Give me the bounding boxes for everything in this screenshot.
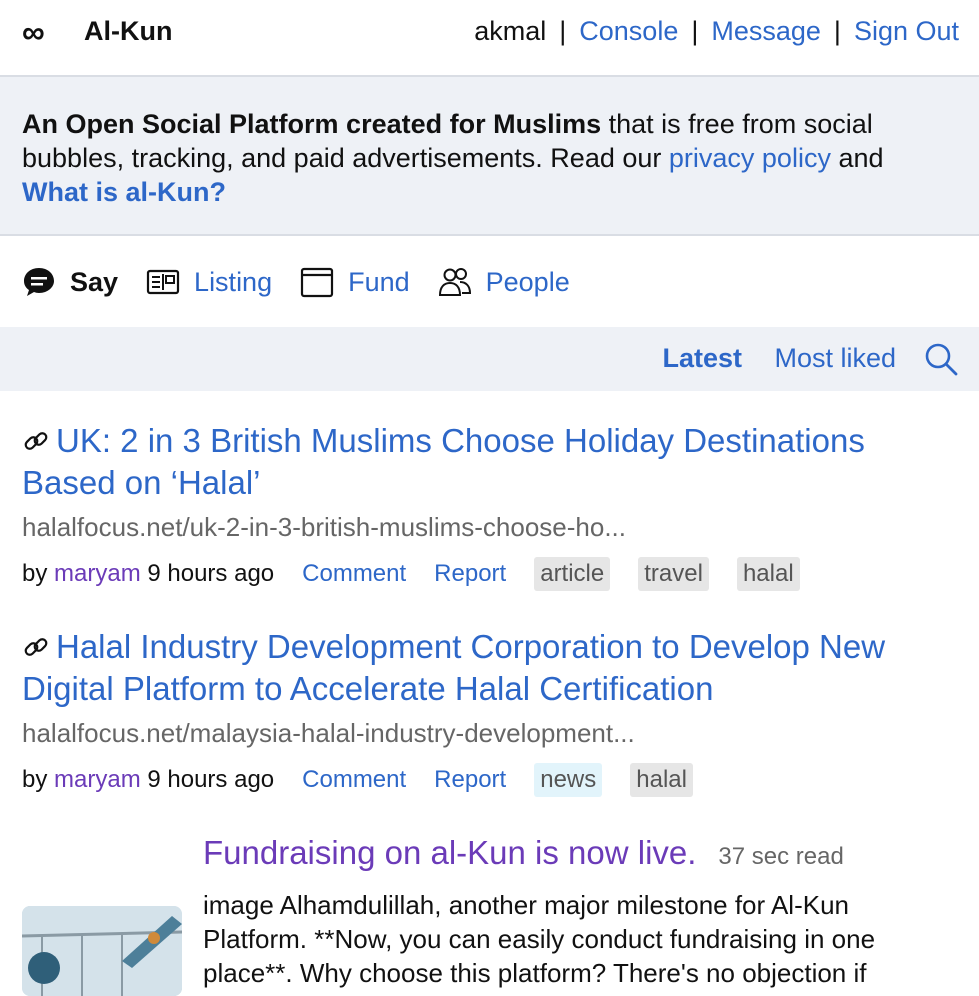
post-meta: by maryam 9 hours ago Comment Report new… [22, 763, 957, 797]
signout-link[interactable]: Sign Out [854, 16, 959, 47]
separator: | [833, 16, 841, 46]
tag[interactable]: halal [630, 763, 693, 797]
link-icon [24, 638, 48, 656]
console-link[interactable]: Console [579, 16, 678, 47]
separator: | [559, 16, 567, 46]
speech-bubble-icon [24, 268, 54, 296]
wallet-icon [300, 267, 334, 298]
tag[interactable]: news [534, 763, 603, 797]
post-url: halalfocus.net/malaysia-halal-industry-d… [22, 718, 635, 748]
infinity-icon[interactable]: ∞ [22, 16, 45, 48]
what-is-alkun-link[interactable]: What is al-Kun? [22, 177, 226, 207]
intro-banner: An Open Social Platform created for Musl… [0, 77, 979, 236]
tag[interactable]: article [534, 557, 611, 591]
search-icon[interactable] [923, 341, 959, 377]
tab-people[interactable]: People [438, 265, 570, 299]
article-thumbnail[interactable] [22, 906, 182, 996]
tab-say[interactable]: Say [22, 265, 118, 299]
post-title-text[interactable]: UK: 2 in 3 British Muslims Choose Holida… [22, 422, 865, 501]
article-excerpt: image Alhamdulillah, another major miles… [203, 890, 876, 988]
by-label: by [22, 560, 48, 587]
tab-say-label: Say [70, 266, 119, 297]
post-url: halalfocus.net/uk-2-in-3-british-muslims… [22, 512, 627, 542]
read-time: 37 sec read [718, 843, 844, 870]
tag[interactable]: travel [638, 557, 709, 591]
listing-icon [146, 269, 180, 295]
comment-link[interactable]: Comment [302, 766, 406, 794]
app-title[interactable]: Al-Kun [84, 16, 172, 47]
sort-bar: Latest Most liked [0, 327, 979, 391]
post-meta: by maryam 9 hours ago Comment Report art… [22, 557, 957, 591]
username: akmal [474, 16, 547, 46]
tab-people-label: People [485, 266, 570, 297]
tab-listing-label: Listing [194, 266, 273, 297]
post-title[interactable]: Halal Industry Development Corporation t… [22, 626, 957, 710]
tab-listing[interactable]: Listing [146, 265, 272, 299]
post-title-text[interactable]: Halal Industry Development Corporation t… [22, 628, 885, 707]
people-icon [438, 268, 471, 296]
tab-fund[interactable]: Fund [300, 265, 410, 299]
by-label: by [22, 766, 48, 793]
post-time: 9 hours ago [147, 560, 275, 587]
tag[interactable]: halal [736, 557, 800, 591]
sort-latest[interactable]: Latest [662, 343, 742, 374]
privacy-policy-link[interactable]: privacy policy [669, 143, 831, 173]
separator: | [691, 16, 699, 46]
section-nav: Say Listing Fund People [22, 262, 598, 302]
article-title[interactable]: Fundraising on al-Kun is now live. [203, 834, 696, 871]
post-item: Halal Industry Development Corporation t… [22, 626, 957, 797]
comment-link[interactable]: Comment [302, 560, 406, 588]
tab-fund-label: Fund [348, 266, 410, 297]
banner-text: and [830, 143, 884, 173]
user-nav: akmal | Console | Message | Sign Out [474, 16, 959, 47]
author-link[interactable]: maryam [54, 560, 141, 588]
article-title-row: Fundraising on al-Kun is now live. 37 sec… [203, 834, 844, 872]
report-link[interactable]: Report [434, 766, 506, 794]
thumbnail-image [22, 906, 182, 996]
post-title[interactable]: UK: 2 in 3 British Muslims Choose Holida… [22, 420, 957, 504]
banner-headline: An Open Social Platform created for Musl… [22, 109, 602, 139]
sort-most-liked[interactable]: Most liked [774, 343, 896, 374]
post-time: 9 hours ago [147, 766, 275, 793]
post-item: UK: 2 in 3 British Muslims Choose Holida… [22, 420, 957, 591]
message-link[interactable]: Message [711, 16, 821, 47]
report-link[interactable]: Report [434, 560, 506, 588]
top-bar: ∞ Al-Kun akmal | Console | Message | Sig… [0, 0, 979, 77]
link-icon [24, 432, 48, 450]
author-link[interactable]: maryam [54, 766, 141, 794]
